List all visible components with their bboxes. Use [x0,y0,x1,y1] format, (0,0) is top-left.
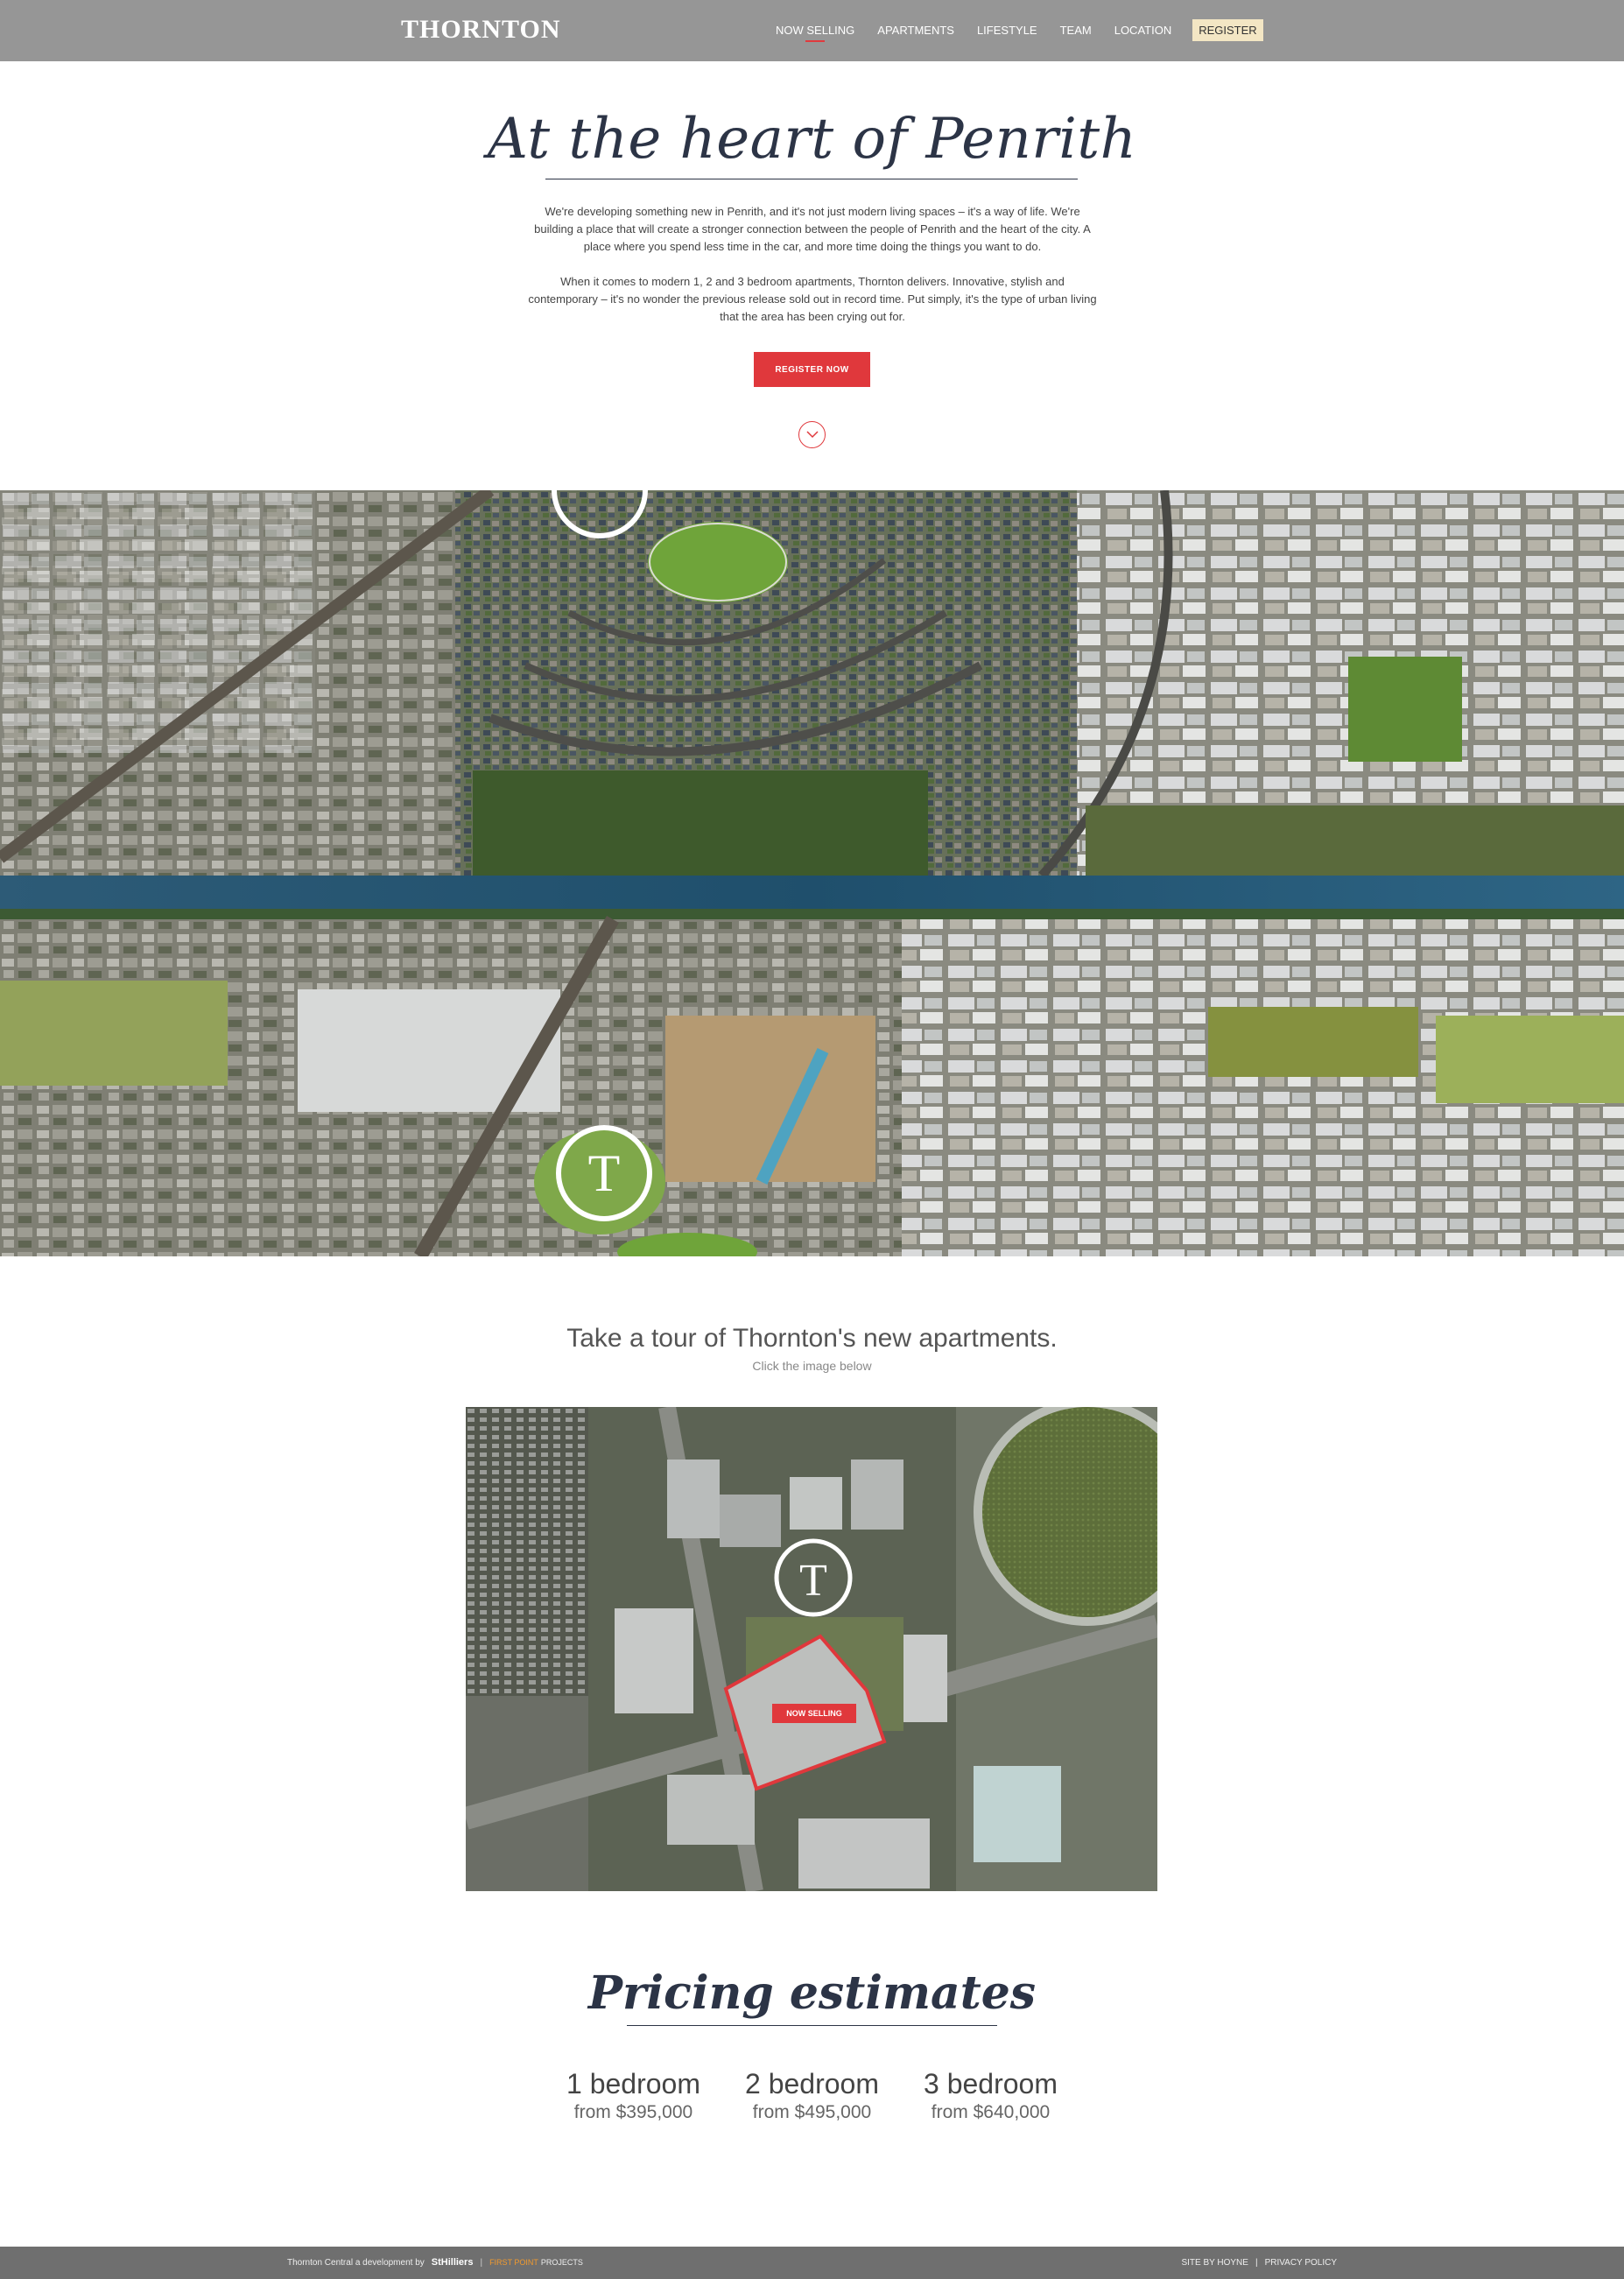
price-estimate: from $395,000 [573,2102,693,2122]
hero-paragraph-1: We're developing something new in Penrit… [534,205,1091,253]
svg-text:T: T [588,1144,621,1202]
site-plan-tour-image[interactable]: T NOW SELLING [466,1407,1157,1891]
first-point-logo-suffix: PROJECTS [540,2258,583,2267]
pricing-heading: Pricing estimates [587,1966,1037,2020]
hero-intro: We're developing something new in Penrit… [527,203,1098,326]
register-now-button[interactable]: REGISTER NOW [754,352,870,387]
svg-text:T: T [799,1556,827,1606]
pricing-heading-underline [627,2025,997,2026]
nav-apartments[interactable]: APARTMENTS [877,24,954,37]
now-selling-badge[interactable]: NOW SELLING [772,1704,856,1723]
credit-text: Thornton Central a development by [287,2257,425,2268]
nav-lifestyle[interactable]: LIFESTYLE [977,24,1037,37]
hero-title: At the heart of Penrith [487,107,1137,172]
pricing-list: 1 bedroom from $395,000 2 bedroom from $… [0,2068,1624,2123]
aerial-photo-penrith: T [0,490,1624,1256]
nav-location[interactable]: LOCATION [1114,24,1172,37]
top-nav: THORNTON NOW SELLING APARTMENTS LIFESTYL… [0,0,1624,61]
first-point-logo[interactable]: FIRST POINT [489,2258,538,2267]
sthilliers-logo[interactable]: StHilliers [432,2257,474,2268]
footer-links: SITE BY HOYNE | PRIVACY POLICY [1181,2258,1337,2268]
nav-now-selling[interactable]: NOW SELLING [776,24,854,42]
price-estimate: from $495,000 [752,2102,872,2122]
divider: | [1255,2258,1258,2268]
footer: Thornton Central a development by StHill… [0,2247,1624,2279]
bedroom-count: 2 bedroom [745,2068,879,2100]
thornton-logo[interactable]: THORNTON [401,15,560,45]
nav-team[interactable]: TEAM [1060,24,1092,37]
nav-register-button[interactable]: REGISTER [1192,19,1263,41]
privacy-policy-link[interactable]: PRIVACY POLICY [1265,2258,1337,2268]
developer-credit: Thornton Central a development by StHill… [287,2257,583,2268]
scroll-down-button[interactable] [798,421,826,448]
main-menu: NOW SELLING APARTMENTS LIFESTYLE TEAM LO… [776,19,1263,42]
site-by-link[interactable]: SITE BY HOYNE [1181,2258,1248,2268]
tour-subheading: Click the image below [752,1359,872,1373]
pricing-item: 3 bedroom from $640,000 [902,2068,1080,2123]
tour-heading: Take a tour of Thornton's new apartments… [566,1324,1058,1353]
hero-paragraph-2: When it comes to modern 1, 2 and 3 bedro… [528,275,1097,323]
pricing-item: 2 bedroom from $495,000 [723,2068,902,2123]
chevron-down-icon [805,431,819,439]
divider: | [480,2257,483,2268]
bedroom-count: 3 bedroom [924,2068,1058,2100]
price-estimate: from $640,000 [931,2102,1051,2122]
bedroom-count: 1 bedroom [566,2068,700,2100]
pricing-item: 1 bedroom from $395,000 [545,2068,723,2123]
